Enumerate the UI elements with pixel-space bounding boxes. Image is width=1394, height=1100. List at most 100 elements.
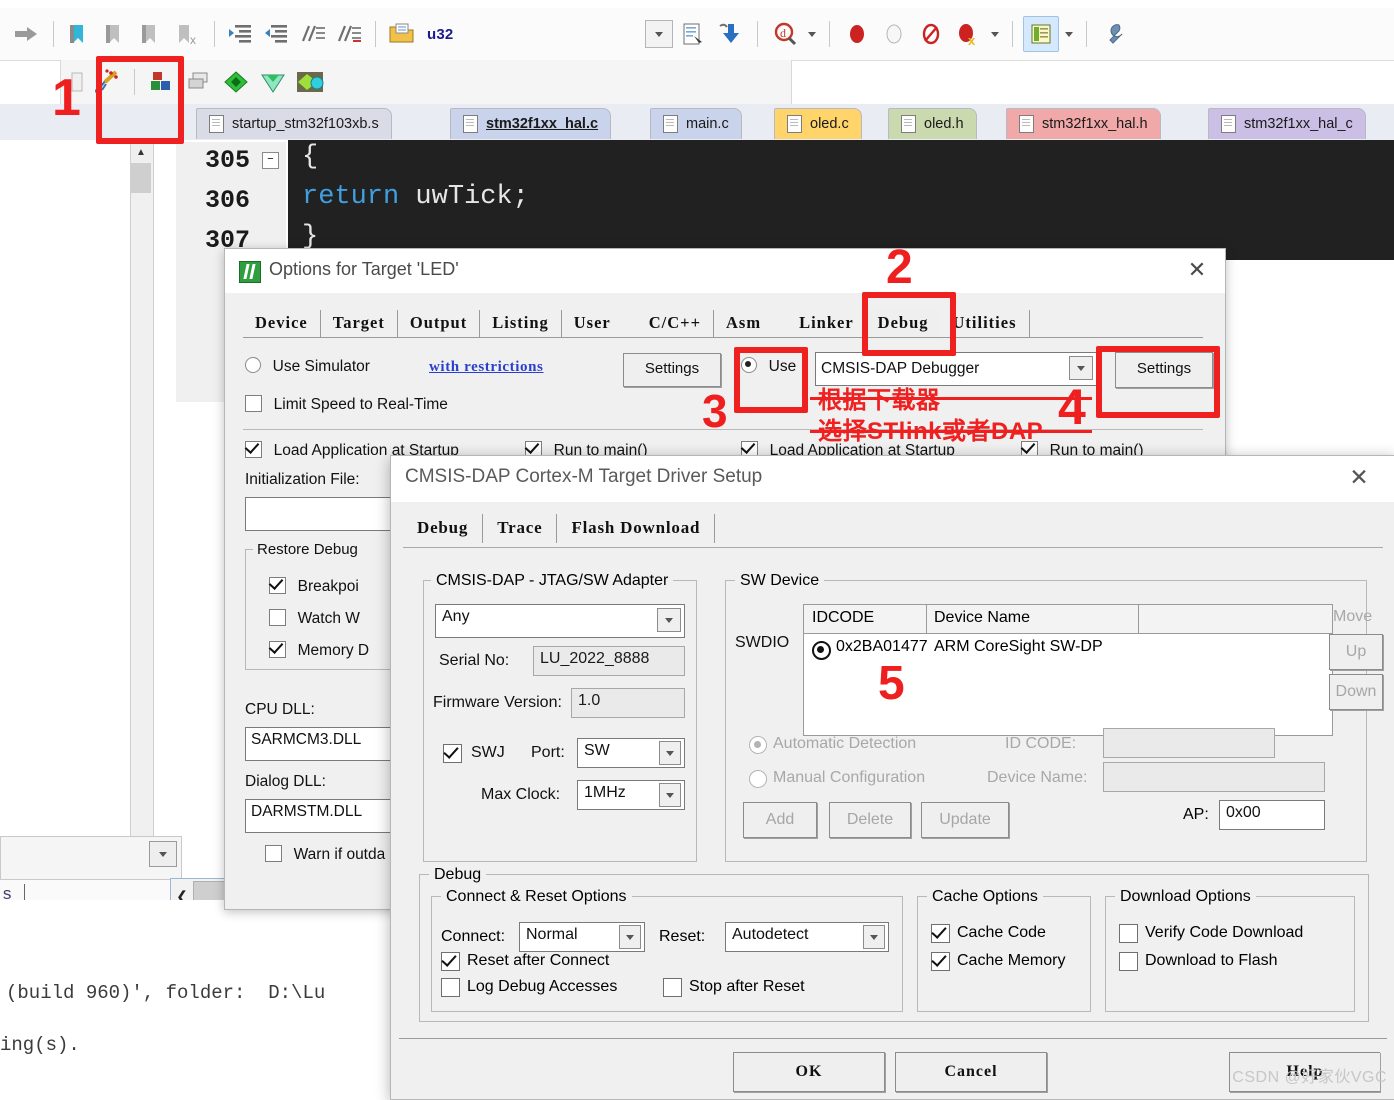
selected-radio-icon[interactable] [812,641,831,660]
tab-target[interactable]: Target [321,310,398,337]
id-code-input[interactable] [1103,728,1275,758]
chevron-down-icon[interactable] [1069,356,1093,380]
tab-device[interactable]: Device [243,310,321,337]
chevron-down-icon[interactable] [659,783,681,807]
automatic-detection-radio[interactable] [749,736,767,754]
bookmark-clear-icon[interactable]: x [171,17,205,51]
chevron-down-icon[interactable] [619,925,641,949]
manage-project-icon[interactable] [219,65,253,99]
tab-debug[interactable]: Debug [403,514,484,543]
tab-c-cpp[interactable]: C/C++ [637,310,714,337]
configure-icon[interactable] [1097,17,1131,51]
editor-tab-hal-h[interactable]: stm32f1xx_hal.h [1006,108,1161,139]
cache-code-checkbox[interactable] [931,924,950,943]
close-icon[interactable]: ✕ [1183,257,1211,285]
limit-speed-checkbox[interactable]: Limit Speed to Real-Time [245,395,448,414]
simulator-settings-button[interactable]: Settings [623,353,721,387]
indent-icon[interactable] [224,17,258,51]
connect-select[interactable]: Normal [519,922,645,952]
editor-scroll-combo[interactable] [0,836,182,880]
port-select[interactable]: SW [577,738,685,768]
chevron-down-icon[interactable] [659,741,681,765]
tab-output[interactable]: Output [398,310,481,337]
arrow-right-icon[interactable] [10,17,44,51]
breakpoint-toggle-icon[interactable] [914,17,948,51]
editor-tab-oled-c[interactable]: oled.c [774,108,862,139]
move-up-button[interactable]: Up [1329,634,1383,670]
pack-manager-icon[interactable] [293,65,327,99]
pack-installer-icon[interactable] [256,65,290,99]
update-button[interactable]: Update [921,802,1009,838]
editor-vertical-scrollbar[interactable]: ▲ ▼ [130,142,154,884]
cache-memory-checkbox[interactable] [931,952,950,971]
download-icon[interactable] [713,17,747,51]
uncomment-icon[interactable] [332,17,366,51]
annotation-note-line2: 选择STlink或者DAP [818,418,1044,445]
target-options-icon[interactable] [676,17,710,51]
chevron-down-icon[interactable] [863,925,885,949]
tab-asm[interactable]: Asm [714,310,787,337]
delete-button[interactable]: Delete [829,802,911,838]
ok-button[interactable]: OK [733,1052,885,1092]
code-line-306: return uwTick; [302,182,529,212]
bookmark-next-icon[interactable] [135,17,169,51]
adapter-select[interactable]: Any [435,604,685,638]
restore-breakpoints-checkbox[interactable]: Breakpoi [269,577,359,596]
swj-checkbox[interactable] [443,744,462,763]
breakpoint-disabled-icon[interactable] [877,17,911,51]
bookmark-prev-icon[interactable] [99,17,133,51]
magnifier-icon[interactable]: d [768,17,802,51]
open-project-icon[interactable] [385,17,419,51]
annotation-number-4: 4 [1058,379,1086,435]
restore-memory-checkbox[interactable]: Memory D [269,641,369,660]
window-layout-icon[interactable] [1023,16,1059,52]
fold-toggle-icon[interactable]: − [262,152,279,169]
move-down-button[interactable]: Down [1329,674,1383,710]
chevron-down-icon[interactable] [988,17,1002,51]
scroll-up-icon[interactable]: ▲ [131,143,151,161]
editor-tab-startup[interactable]: startup_stm32f103xb.s [196,108,392,139]
annotation-box-2 [862,292,956,356]
dropdown-icon[interactable] [645,20,673,48]
code-view[interactable]: { return uwTick; } [288,140,1394,260]
device-name-input[interactable] [1103,762,1325,792]
breakpoint-icon[interactable] [840,17,874,51]
editor-tab-main-c[interactable]: main.c [650,108,742,139]
tab-flash-download[interactable]: Flash Download [557,514,716,543]
use-simulator-radio[interactable]: Use Simulator [245,357,370,376]
toolbar-separator [757,21,758,47]
warn-outdated-checkbox[interactable]: Warn if outda [265,845,385,864]
tab-trace[interactable]: Trace [483,514,558,543]
bookmark-toggle-icon[interactable] [63,17,97,51]
chevron-down-icon[interactable] [149,841,177,867]
with-restrictions-link[interactable]: with restrictions [429,359,544,376]
download-to-flash-checkbox[interactable] [1119,952,1138,971]
ap-input[interactable]: 0x00 [1219,800,1325,830]
batch-build-icon[interactable] [182,65,216,99]
add-button[interactable]: Add [743,802,817,838]
max-clock-select[interactable]: 1MHz [577,780,685,810]
editor-tab-oled-h[interactable]: oled.h [888,108,977,139]
cancel-button[interactable]: Cancel [895,1052,1047,1092]
reset-select[interactable]: Autodetect [725,922,889,952]
verify-code-download-checkbox[interactable] [1119,924,1138,943]
log-debug-accesses-checkbox[interactable] [441,978,460,997]
chevron-down-icon[interactable] [1062,17,1076,51]
scroll-thumb[interactable] [131,163,151,193]
outdent-icon[interactable] [260,17,294,51]
reset-after-connect-checkbox[interactable] [441,952,460,971]
manual-configuration-radio[interactable] [749,770,767,788]
tab-listing[interactable]: Listing [480,310,562,337]
restore-watch-checkbox[interactable]: Watch W [269,609,360,628]
tab-user[interactable]: User [562,310,637,337]
kill-breakpoints-icon[interactable]: x [951,17,985,51]
comment-icon[interactable] [296,17,330,51]
cache-memory-label: Cache Memory [957,952,1066,969]
tab-linker[interactable]: Linker [787,310,866,337]
chevron-down-icon[interactable] [805,17,819,51]
editor-tab-hal-c[interactable]: stm32f1xx_hal.c [450,108,612,139]
close-icon[interactable]: ✕ [1345,464,1373,492]
chevron-down-icon[interactable] [657,608,681,632]
stop-after-reset-checkbox[interactable] [663,978,682,997]
editor-tab-hal-conf[interactable]: stm32f1xx_hal_c [1208,108,1366,139]
